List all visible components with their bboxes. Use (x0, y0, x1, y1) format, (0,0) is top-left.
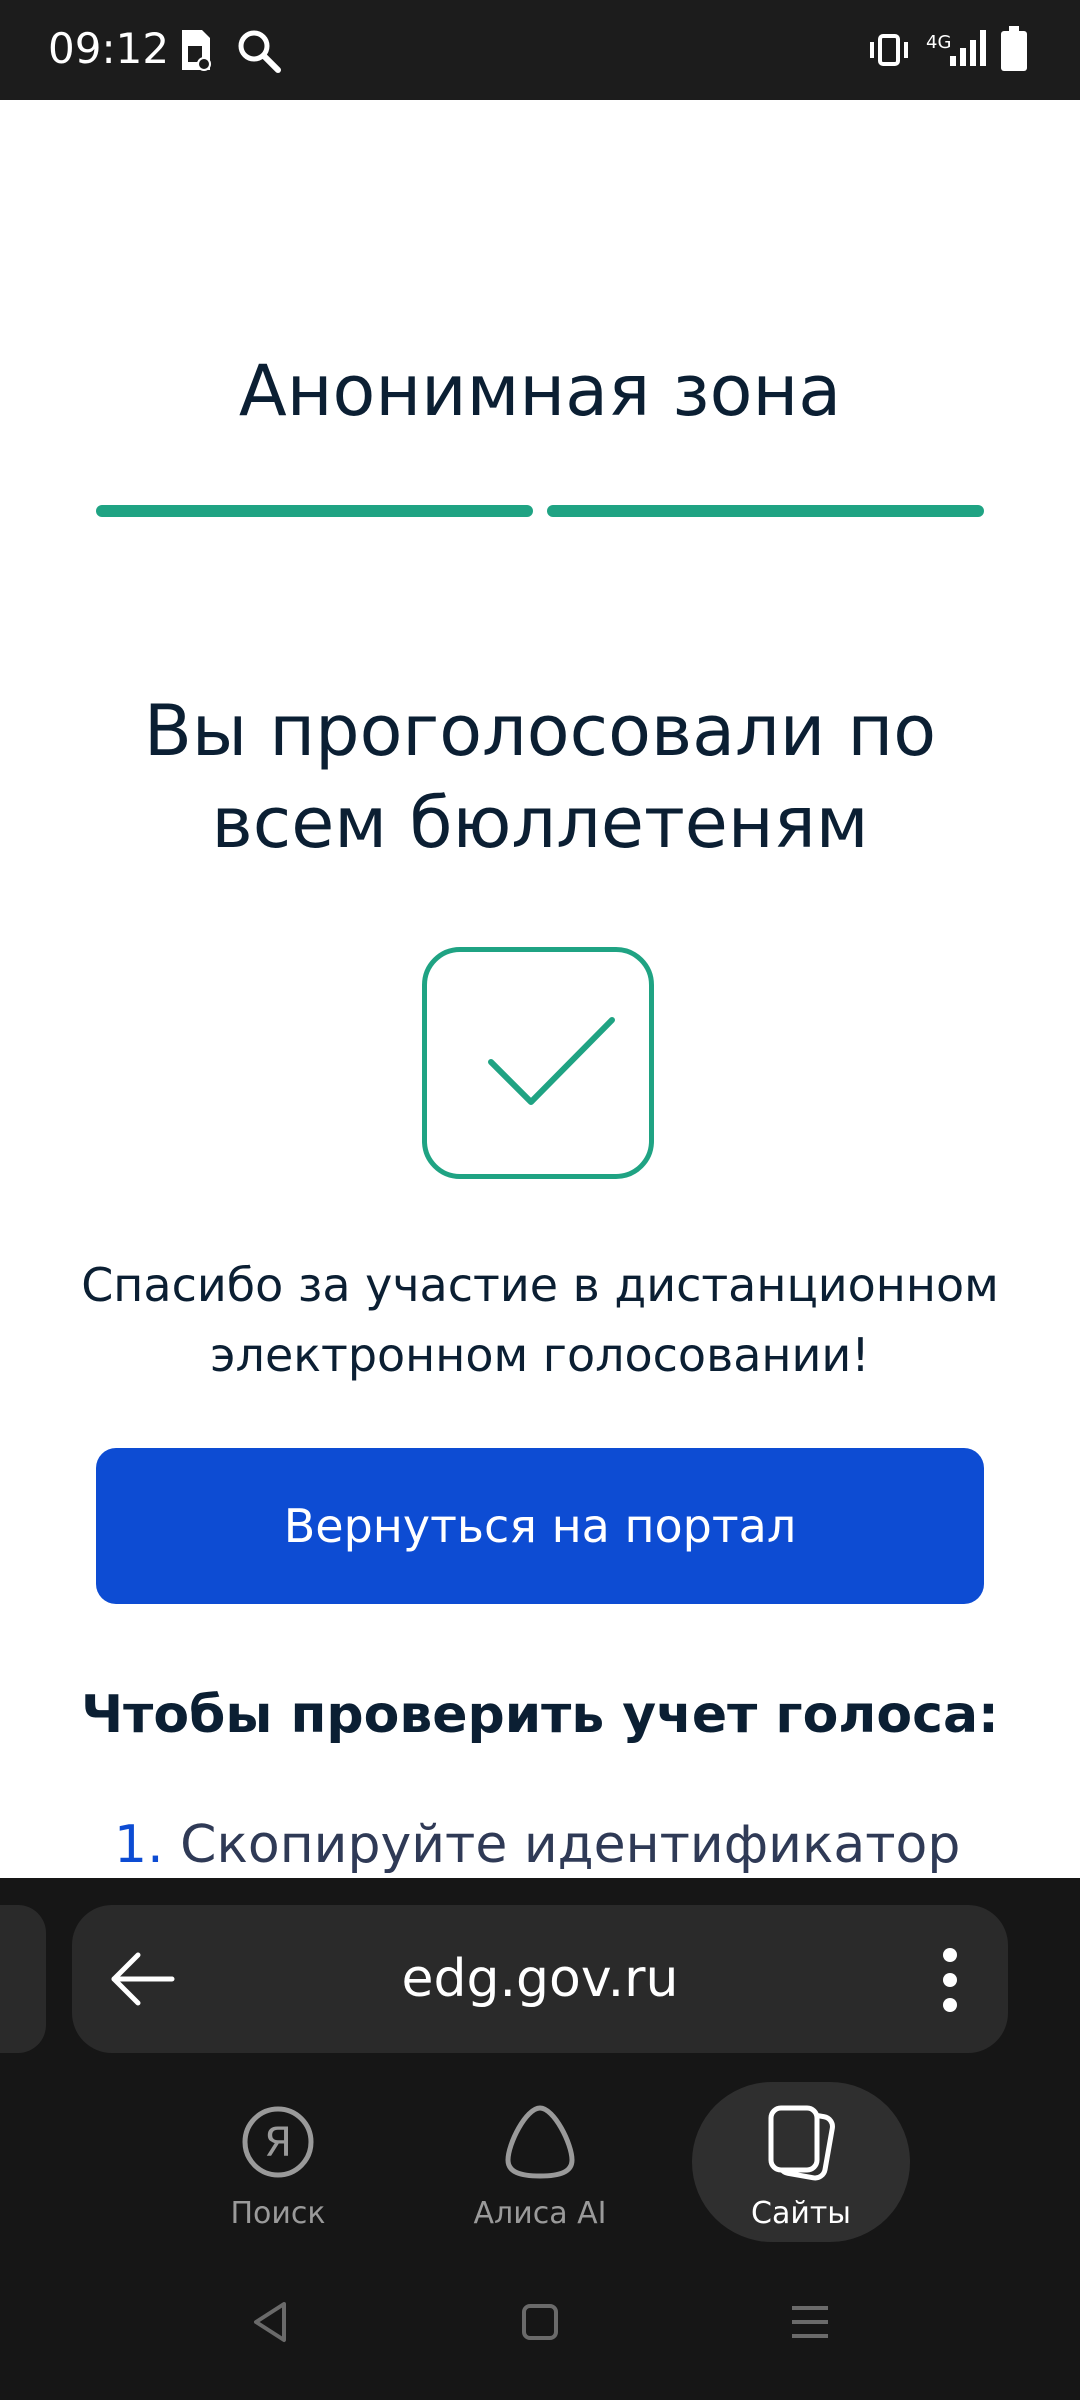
success-checkmark-icon (422, 947, 654, 1179)
svg-text:Я: Я (264, 2120, 292, 2166)
nav-alice-label: Алиса AI (473, 2196, 607, 2231)
url-text[interactable]: edg.gov.ru (72, 1949, 1008, 2009)
previous-tab-edge[interactable] (0, 1905, 46, 2053)
zone-title: Анонимная зона (238, 350, 842, 432)
step-1-number: 1. (114, 1815, 164, 1875)
search-icon (238, 30, 281, 73)
nav-sites[interactable]: Сайты (701, 2084, 901, 2244)
sim-card-icon (182, 30, 211, 71)
battery-icon (1001, 26, 1027, 71)
verify-vote-title: Чтобы проверить учет голоса: (81, 1685, 999, 1745)
return-to-portal-button[interactable]: Вернуться на портал (96, 1448, 984, 1604)
vote-complete-headline: Вы проголосовали по всем бюллетеням (80, 685, 1000, 869)
yandex-search-icon: Я (242, 2106, 314, 2178)
headline-line-1: Вы проголосовали по (143, 690, 937, 772)
browser-toolbar: edg.gov.ru Я Поиск Алиса AI Сайты (0, 1878, 1080, 2400)
nav-search-label: Поиск (230, 2196, 326, 2231)
progress-step-2 (547, 505, 984, 517)
system-recents-icon[interactable] (790, 2302, 830, 2342)
nav-alice[interactable]: Алиса AI (440, 2084, 640, 2244)
vibrate-icon (870, 34, 908, 66)
thanks-line-2: электронном голосовании! (210, 1328, 870, 1382)
thanks-line-1: Спасибо за участие в дистанционном (81, 1258, 999, 1312)
status-time: 09:12 (48, 24, 170, 73)
nav-sites-label: Сайты (751, 2196, 851, 2231)
thanks-message: Спасибо за участие в дистанционном элект… (80, 1250, 1000, 1390)
address-bar[interactable]: edg.gov.ru (72, 1905, 1008, 2053)
progress-step-1 (96, 505, 533, 517)
more-menu-icon[interactable] (940, 1947, 960, 2013)
step-1: 1. Скопируйте идентификатор (114, 1815, 960, 1875)
status-bar: 09:12 4G (0, 0, 1080, 100)
web-page: Анонимная зона Вы проголосовали по всем … (0, 100, 1080, 1878)
headline-line-2: всем бюллетеням (211, 782, 869, 864)
signal-icon (950, 30, 986, 66)
system-back-icon[interactable] (250, 2300, 290, 2344)
tabs-icon (768, 2105, 835, 2181)
system-home-icon[interactable] (520, 2302, 560, 2342)
progress-bar (96, 505, 984, 517)
nav-search[interactable]: Я Поиск (178, 2084, 378, 2244)
step-1-text: Скопируйте идентификатор (180, 1815, 961, 1875)
alice-icon (505, 2105, 575, 2179)
